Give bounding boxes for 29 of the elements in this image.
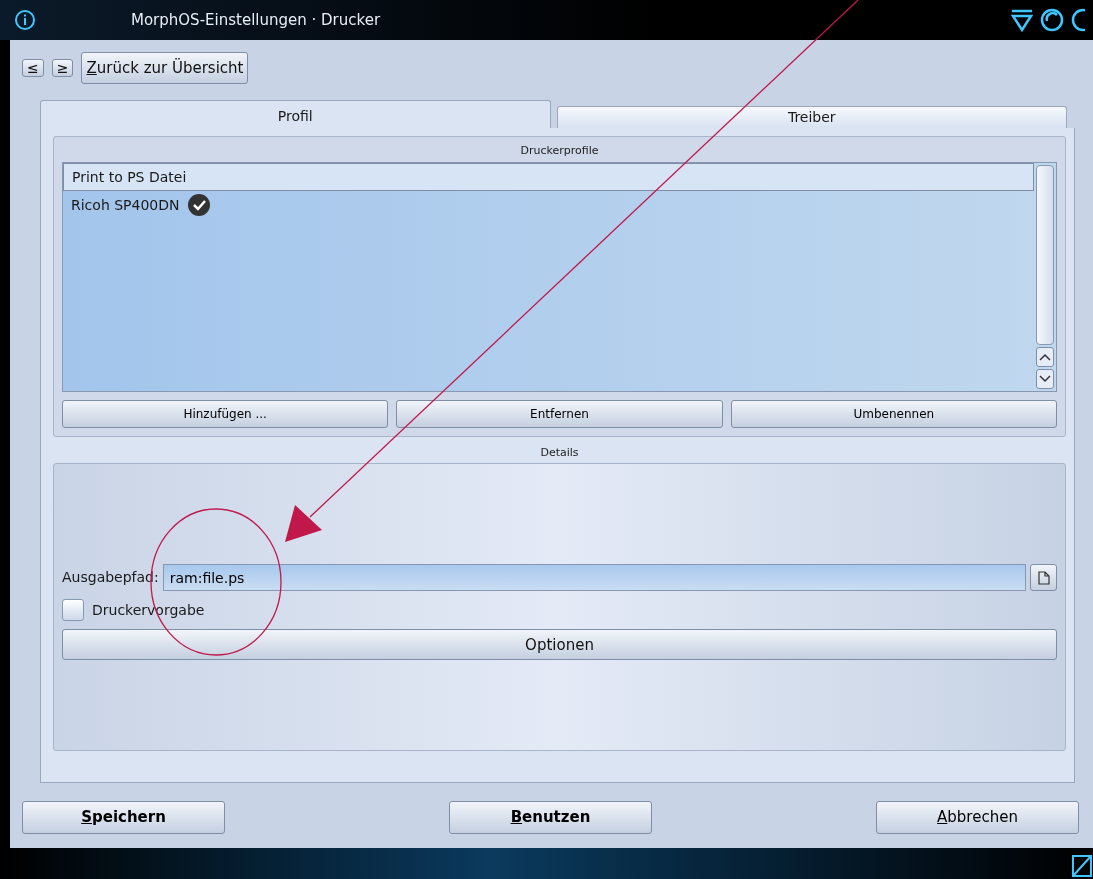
scroll-down-button[interactable] bbox=[1036, 368, 1054, 389]
resize-icon[interactable] bbox=[1071, 854, 1093, 878]
footer-button[interactable]: Benutzen bbox=[449, 801, 652, 834]
profile-item[interactable]: Ricoh SP400DN bbox=[63, 190, 1034, 219]
scroll-up-button[interactable] bbox=[1036, 346, 1054, 367]
group-title: Druckerprofile bbox=[519, 143, 600, 159]
profile-action-button[interactable]: Hinzufügen ... bbox=[62, 399, 389, 428]
profile-action-button[interactable]: Umbenennen bbox=[730, 399, 1057, 428]
footer-button[interactable]: Abbrechen bbox=[876, 801, 1079, 834]
file-icon bbox=[1037, 571, 1050, 586]
caret-up-icon bbox=[1039, 352, 1051, 361]
output-path-field[interactable]: ram:file.ps bbox=[162, 564, 1026, 591]
profile-item[interactable]: Print to PS Datei bbox=[63, 162, 1034, 191]
overview-button[interactable]: Zurück zur Übersicht bbox=[81, 52, 249, 84]
info-icon[interactable] bbox=[14, 9, 36, 31]
profile-action-button[interactable]: Entfernen bbox=[396, 399, 723, 428]
tab[interactable]: Treiber bbox=[556, 106, 1067, 128]
tab[interactable]: Profil bbox=[40, 100, 551, 128]
window-title: MorphOS-Einstellungen · Drucker bbox=[131, 9, 381, 31]
group-title: Details bbox=[539, 444, 580, 461]
caret-down-icon bbox=[1039, 374, 1051, 383]
scrollbar[interactable] bbox=[1036, 164, 1054, 345]
back-button[interactable]: ≤ bbox=[22, 58, 44, 78]
dropdown-icon[interactable] bbox=[1009, 7, 1035, 33]
footer-button[interactable]: Speichern bbox=[22, 801, 225, 834]
options-button[interactable]: Optionen bbox=[62, 629, 1057, 660]
checkbox[interactable] bbox=[62, 599, 84, 621]
file-picker-button[interactable] bbox=[1030, 564, 1057, 591]
forward-button[interactable]: ≥ bbox=[51, 58, 74, 78]
